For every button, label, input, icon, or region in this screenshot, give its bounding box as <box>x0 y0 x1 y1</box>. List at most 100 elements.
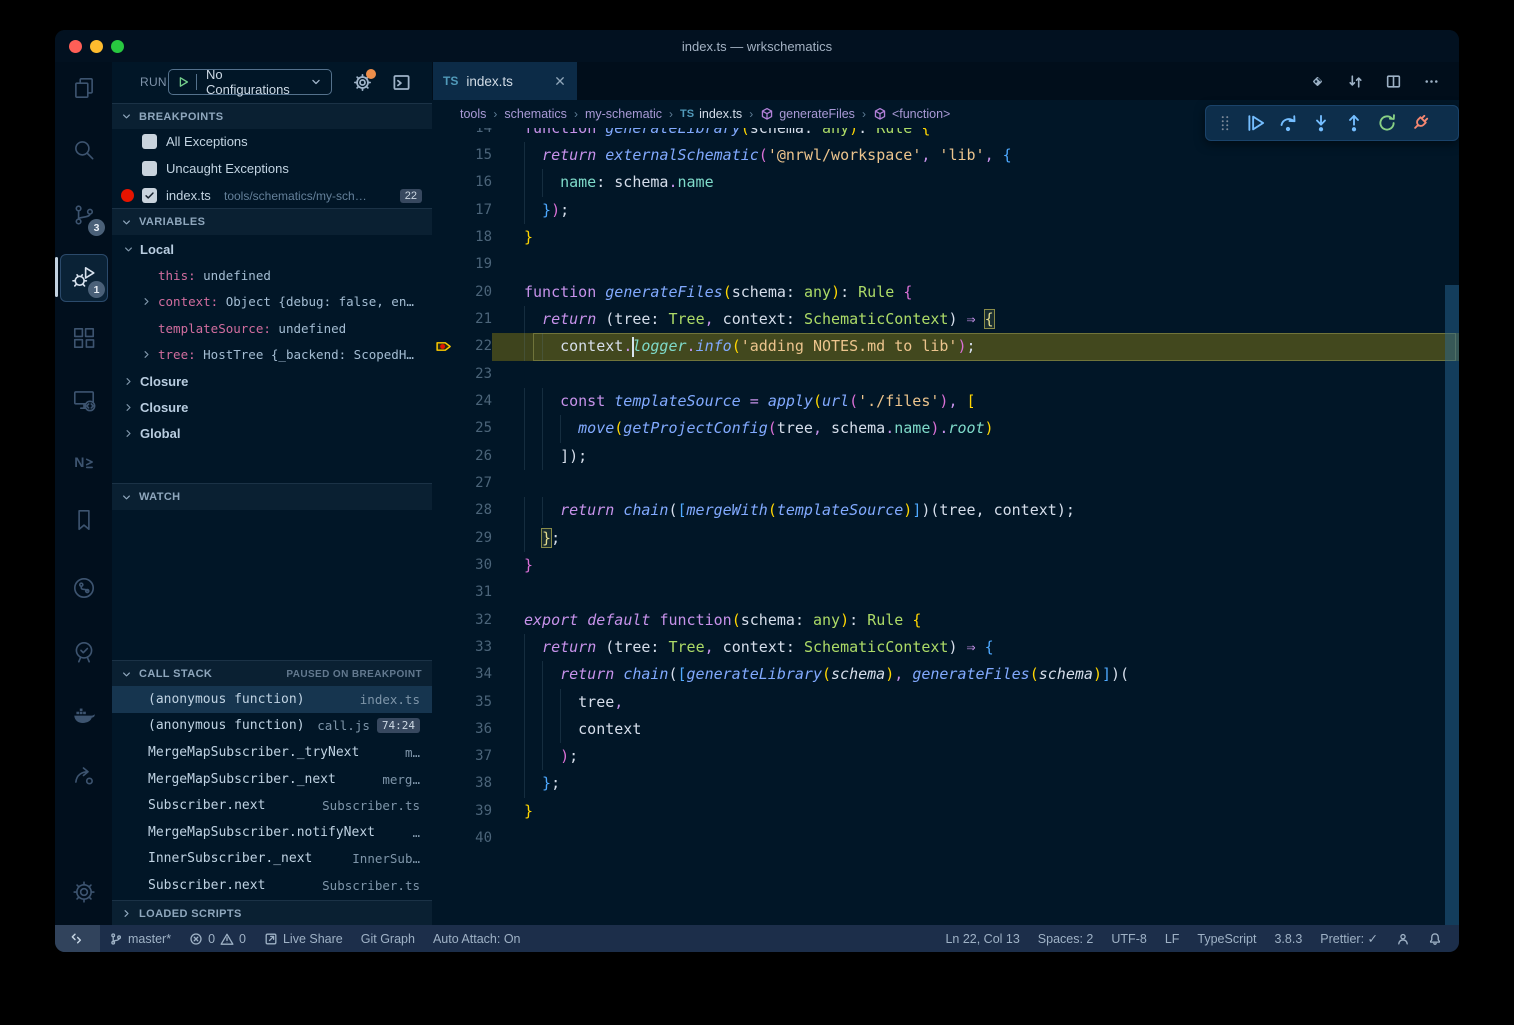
activity-bar-item-run-and-debug[interactable]: 1 <box>55 253 112 301</box>
code-line[interactable]: 28 return chain([mergeWith(templateSourc… <box>432 497 1459 524</box>
status-item-git-graph[interactable]: Git Graph <box>352 925 424 952</box>
disconnect-button[interactable] <box>1403 108 1436 138</box>
more-actions-button[interactable] <box>1423 73 1440 90</box>
breadcrumb-item[interactable]: my-schematic <box>585 107 662 121</box>
close-window-button[interactable] <box>69 40 82 53</box>
step-out-button[interactable] <box>1337 108 1370 138</box>
code-line[interactable]: 36 context <box>432 716 1459 743</box>
activity-bar-item-nx-console[interactable]: N <box>55 438 112 486</box>
code-line[interactable]: 31 <box>432 579 1459 606</box>
call-stack-frame[interactable]: Subscriber.nextSubscriber.ts <box>112 792 432 819</box>
code-line[interactable]: 33 return (tree: Tree, context: Schemati… <box>432 634 1459 661</box>
status-item-encoding[interactable]: UTF-8 <box>1102 925 1155 952</box>
code-line[interactable]: 20function generateFiles(schema: any): R… <box>432 279 1459 306</box>
variable-item[interactable]: templateSource: undefined <box>112 315 432 341</box>
breadcrumb-item[interactable]: schematics <box>504 107 567 121</box>
activity-bar-item-live-share[interactable] <box>55 751 112 799</box>
variable-item[interactable]: this: undefined <box>112 262 432 288</box>
section-header-loaded-scripts[interactable]: LOADED SCRIPTS <box>112 900 432 926</box>
code-line[interactable]: 23 <box>432 361 1459 388</box>
section-header-variables[interactable]: VARIABLES <box>112 208 432 235</box>
section-header-watch[interactable]: WATCH <box>112 483 432 510</box>
call-stack-frame[interactable]: Subscriber.nextSubscriber.ts <box>112 872 432 899</box>
remote-indicator[interactable] <box>55 925 100 952</box>
activity-bar-item-settings[interactable] <box>55 868 112 916</box>
status-item-feedback[interactable] <box>1387 925 1419 952</box>
status-item-problems[interactable]: 00 <box>180 925 255 952</box>
variable-item[interactable]: context: Object {debug: false, en… <box>112 289 432 315</box>
call-stack-frame[interactable]: MergeMapSubscriber._nextmerg… <box>112 766 432 793</box>
compare-changes-button[interactable] <box>1347 73 1364 90</box>
code-line[interactable]: 18} <box>432 224 1459 251</box>
status-item-notifications[interactable] <box>1419 925 1451 952</box>
call-stack-frame[interactable]: (anonymous function)call.js74:24 <box>112 713 432 740</box>
code-line[interactable]: 24 const templateSource = apply(url('./f… <box>432 388 1459 415</box>
variable-scope-global[interactable]: Global <box>112 421 432 447</box>
code-line[interactable]: 22 context.logger.info('adding NOTES.md … <box>432 333 1459 360</box>
call-stack-frame[interactable]: MergeMapSubscriber.notifyNext… <box>112 819 432 846</box>
status-item-eol[interactable]: LF <box>1156 925 1189 952</box>
section-header-breakpoints[interactable]: BREAKPOINTS <box>112 103 432 129</box>
section-header-call-stack[interactable]: CALL STACKPAUSED ON BREAKPOINT <box>112 660 432 687</box>
code-line[interactable]: 19 <box>432 251 1459 278</box>
code-editor[interactable]: 14function generateLibrary(schema: any):… <box>432 128 1459 925</box>
breakpoint-item[interactable]: Uncaught Exceptions <box>112 155 432 182</box>
code-line[interactable]: 21 return (tree: Tree, context: Schemati… <box>432 306 1459 333</box>
variable-scope-closure[interactable]: Closure <box>112 368 432 394</box>
variable-item[interactable]: tree: HostTree {_backend: ScopedH… <box>112 342 432 368</box>
code-line[interactable]: 29 }; <box>432 525 1459 552</box>
code-line[interactable]: 38 }; <box>432 770 1459 797</box>
activity-bar-item-remote-explorer[interactable] <box>55 376 112 424</box>
code-line[interactable]: 27 <box>432 470 1459 497</box>
configure-gear-button[interactable] <box>352 72 372 92</box>
code-line[interactable]: 17 }); <box>432 197 1459 224</box>
zoom-window-button[interactable] <box>111 40 124 53</box>
code-line[interactable]: 15 return externalSchematic('@nrwl/works… <box>432 142 1459 169</box>
code-line[interactable]: 30} <box>432 552 1459 579</box>
checkbox-unchecked[interactable] <box>142 161 157 176</box>
variable-scope-local[interactable]: Local <box>112 236 432 262</box>
status-item-language-mode[interactable]: TypeScript <box>1188 925 1265 952</box>
status-item-auto-attach[interactable]: Auto Attach: On <box>424 925 530 952</box>
breadcrumb-item[interactable]: TSindex.ts <box>680 107 742 121</box>
code-line[interactable]: 16 name: schema.name <box>432 169 1459 196</box>
launch-configuration-dropdown[interactable]: No Configurations <box>168 69 332 95</box>
restart-button[interactable] <box>1370 108 1403 138</box>
code-line[interactable]: 34 return chain([generateLibrary(schema)… <box>432 661 1459 688</box>
status-item-prettier[interactable]: Prettier: ✓ <box>1311 925 1387 952</box>
activity-bar-item-docker[interactable] <box>55 689 112 737</box>
step-over-button[interactable] <box>1271 108 1304 138</box>
activity-bar-item-search[interactable] <box>55 126 112 174</box>
call-stack-frame[interactable]: InnerSubscriber._nextInnerSub… <box>112 846 432 873</box>
activity-bar-item-explorer[interactable] <box>55 64 112 112</box>
code-line[interactable]: 32export default function(schema: any): … <box>432 607 1459 634</box>
code-line[interactable]: 25 move(getProjectConfig(tree, schema.na… <box>432 415 1459 442</box>
checkbox-checked[interactable] <box>142 188 157 203</box>
breakpoint-item[interactable]: All Exceptions <box>112 128 432 155</box>
breadcrumb-item[interactable]: <function> <box>873 107 950 121</box>
checkbox-unchecked[interactable] <box>142 134 157 149</box>
tab-index-ts[interactable]: TS index.ts <box>433 62 577 100</box>
code-line[interactable]: 35 tree, <box>432 689 1459 716</box>
status-item-cursor-position[interactable]: Ln 22, Col 13 <box>936 925 1028 952</box>
breakpoint-item[interactable]: index.tstools/schematics/my-sch…22 <box>112 182 432 209</box>
status-item-indentation[interactable]: Spaces: 2 <box>1029 925 1103 952</box>
open-changes-button[interactable] <box>1309 73 1326 90</box>
step-into-button[interactable] <box>1304 108 1337 138</box>
activity-bar-item-code-tour[interactable] <box>55 564 112 612</box>
code-line[interactable]: 39} <box>432 798 1459 825</box>
call-stack-frame[interactable]: MergeMapSubscriber._tryNextm… <box>112 739 432 766</box>
code-line[interactable]: 26 ]); <box>432 443 1459 470</box>
editor-scrollbar[interactable] <box>1445 285 1459 925</box>
continue-button[interactable] <box>1238 108 1271 138</box>
breadcrumb-item[interactable]: generateFiles <box>760 107 855 121</box>
close-tab-icon[interactable] <box>553 74 567 88</box>
status-item-ts-version[interactable]: 3.8.3 <box>1265 925 1311 952</box>
breadcrumb-item[interactable]: tools <box>460 107 486 121</box>
call-stack-frame[interactable]: (anonymous function)index.ts <box>112 686 432 713</box>
minimize-window-button[interactable] <box>90 40 103 53</box>
split-editor-button[interactable] <box>1385 73 1402 90</box>
status-item-live-share[interactable]: Live Share <box>255 925 352 952</box>
variable-scope-closure[interactable]: Closure <box>112 394 432 420</box>
activity-bar-item-bookmarks[interactable] <box>55 496 112 544</box>
